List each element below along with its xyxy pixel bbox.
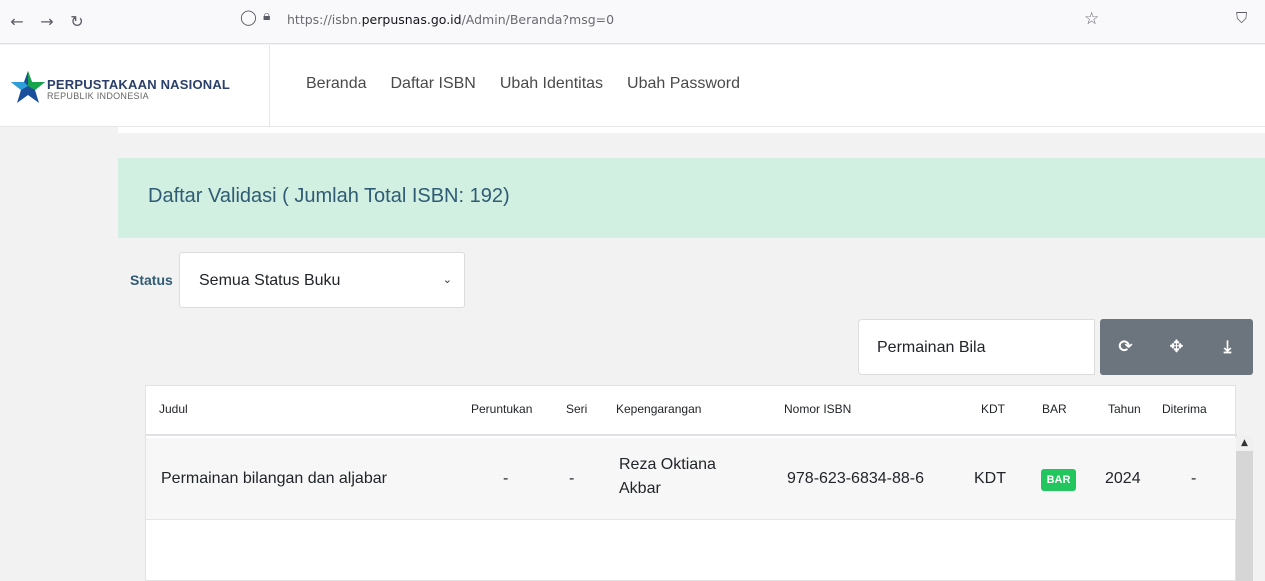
cell-seri: - bbox=[569, 470, 575, 487]
col-nomor-isbn[interactable]: Nomor ISBN bbox=[784, 402, 851, 416]
col-peruntukan[interactable]: Peruntukan bbox=[471, 402, 532, 416]
cell-judul: Permainan bilangan dan aljabar bbox=[161, 470, 387, 487]
refresh-icon[interactable]: ⟳ bbox=[1100, 319, 1151, 375]
logo[interactable]: PERPUSTAKAAN NASIONAL REPUBLIK INDONESIA bbox=[0, 45, 270, 127]
pocket-icon[interactable]: ⛉ bbox=[1236, 9, 1247, 27]
back-icon[interactable]: ← bbox=[2, 6, 32, 36]
search-input-value: Permainan Bila bbox=[877, 339, 986, 356]
panel-header: Daftar Validasi ( Jumlah Total ISBN: 192… bbox=[118, 158, 1265, 238]
col-diterima[interactable]: Diterima bbox=[1162, 402, 1207, 416]
cell-isbn: 978-623-6834-88-6 bbox=[787, 470, 924, 487]
status-selected-value: Semua Status Buku bbox=[199, 272, 341, 289]
nav-ubah-identitas[interactable]: Ubah Identitas bbox=[500, 75, 603, 93]
browser-toolbar: ← → ↻ ◯ 🔒︎ https://isbn.perpusnas.go.id/… bbox=[0, 0, 1265, 44]
table-header: Judul Peruntukan Seri Kepengarangan Nomo… bbox=[146, 386, 1237, 436]
cell-diterima: - bbox=[1191, 470, 1197, 487]
star-logo-icon bbox=[11, 71, 45, 103]
download-icon[interactable]: ⤓ bbox=[1202, 319, 1253, 375]
table-row[interactable]: Permainan bilangan dan aljabar - - Reza … bbox=[146, 438, 1237, 520]
cell-tahun: 2024 bbox=[1105, 470, 1141, 487]
col-kdt[interactable]: KDT bbox=[981, 402, 1005, 416]
col-seri[interactable]: Seri bbox=[566, 402, 587, 416]
cell-kepengarangan-line1: Reza Oktiana bbox=[619, 456, 716, 473]
brand-subtitle: REPUBLIK INDONESIA bbox=[47, 91, 149, 101]
chevron-down-icon: ⌄ bbox=[442, 273, 452, 286]
table-scrollbar[interactable]: ▲ bbox=[1236, 436, 1253, 581]
brand-title: PERPUSTAKAAN NASIONAL bbox=[47, 77, 231, 92]
main-nav: Beranda Daftar ISBN Ubah Identitas Ubah … bbox=[306, 75, 764, 93]
reload-icon[interactable]: ↻ bbox=[62, 6, 92, 36]
panel-title: Daftar Validasi ( Jumlah Total ISBN: 192… bbox=[148, 185, 510, 207]
forward-icon[interactable]: → bbox=[32, 6, 62, 36]
col-judul[interactable]: Judul bbox=[159, 402, 188, 416]
bar-badge[interactable]: BAR bbox=[1041, 469, 1076, 491]
status-label: Status bbox=[130, 272, 173, 288]
move-icon[interactable]: ✥ bbox=[1151, 319, 1202, 375]
col-kepengarangan[interactable]: Kepengarangan bbox=[616, 402, 701, 416]
site-header: PERPUSTAKAAN NASIONAL REPUBLIK INDONESIA… bbox=[0, 45, 1265, 127]
search-input[interactable]: Permainan Bila bbox=[858, 319, 1095, 375]
nav-daftar-isbn[interactable]: Daftar ISBN bbox=[391, 75, 476, 93]
cell-kdt[interactable]: KDT bbox=[974, 470, 1006, 488]
cell-peruntukan: - bbox=[503, 470, 509, 487]
status-select[interactable]: Semua Status Buku ⌄ bbox=[179, 252, 465, 308]
isbn-table: Judul Peruntukan Seri Kepengarangan Nomo… bbox=[145, 385, 1237, 581]
address-bar[interactable]: https://isbn.perpusnas.go.id/Admin/Beran… bbox=[287, 12, 614, 27]
nav-beranda[interactable]: Beranda bbox=[306, 75, 367, 93]
lock-icon[interactable]: 🔒︎ bbox=[263, 8, 270, 24]
col-tahun[interactable]: Tahun bbox=[1108, 402, 1141, 416]
table-toolbar: ⟳ ✥ ⤓ bbox=[1100, 319, 1253, 375]
scroll-up-icon[interactable]: ▲ bbox=[1236, 436, 1253, 451]
nav-ubah-password[interactable]: Ubah Password bbox=[627, 75, 740, 93]
card-top-edge bbox=[118, 127, 1265, 133]
cell-kepengarangan-line2: Akbar bbox=[619, 480, 661, 497]
bookmark-star-icon[interactable]: ☆ bbox=[1084, 9, 1099, 29]
shield-icon[interactable]: ◯ bbox=[240, 8, 257, 26]
col-bar[interactable]: BAR bbox=[1042, 402, 1067, 416]
